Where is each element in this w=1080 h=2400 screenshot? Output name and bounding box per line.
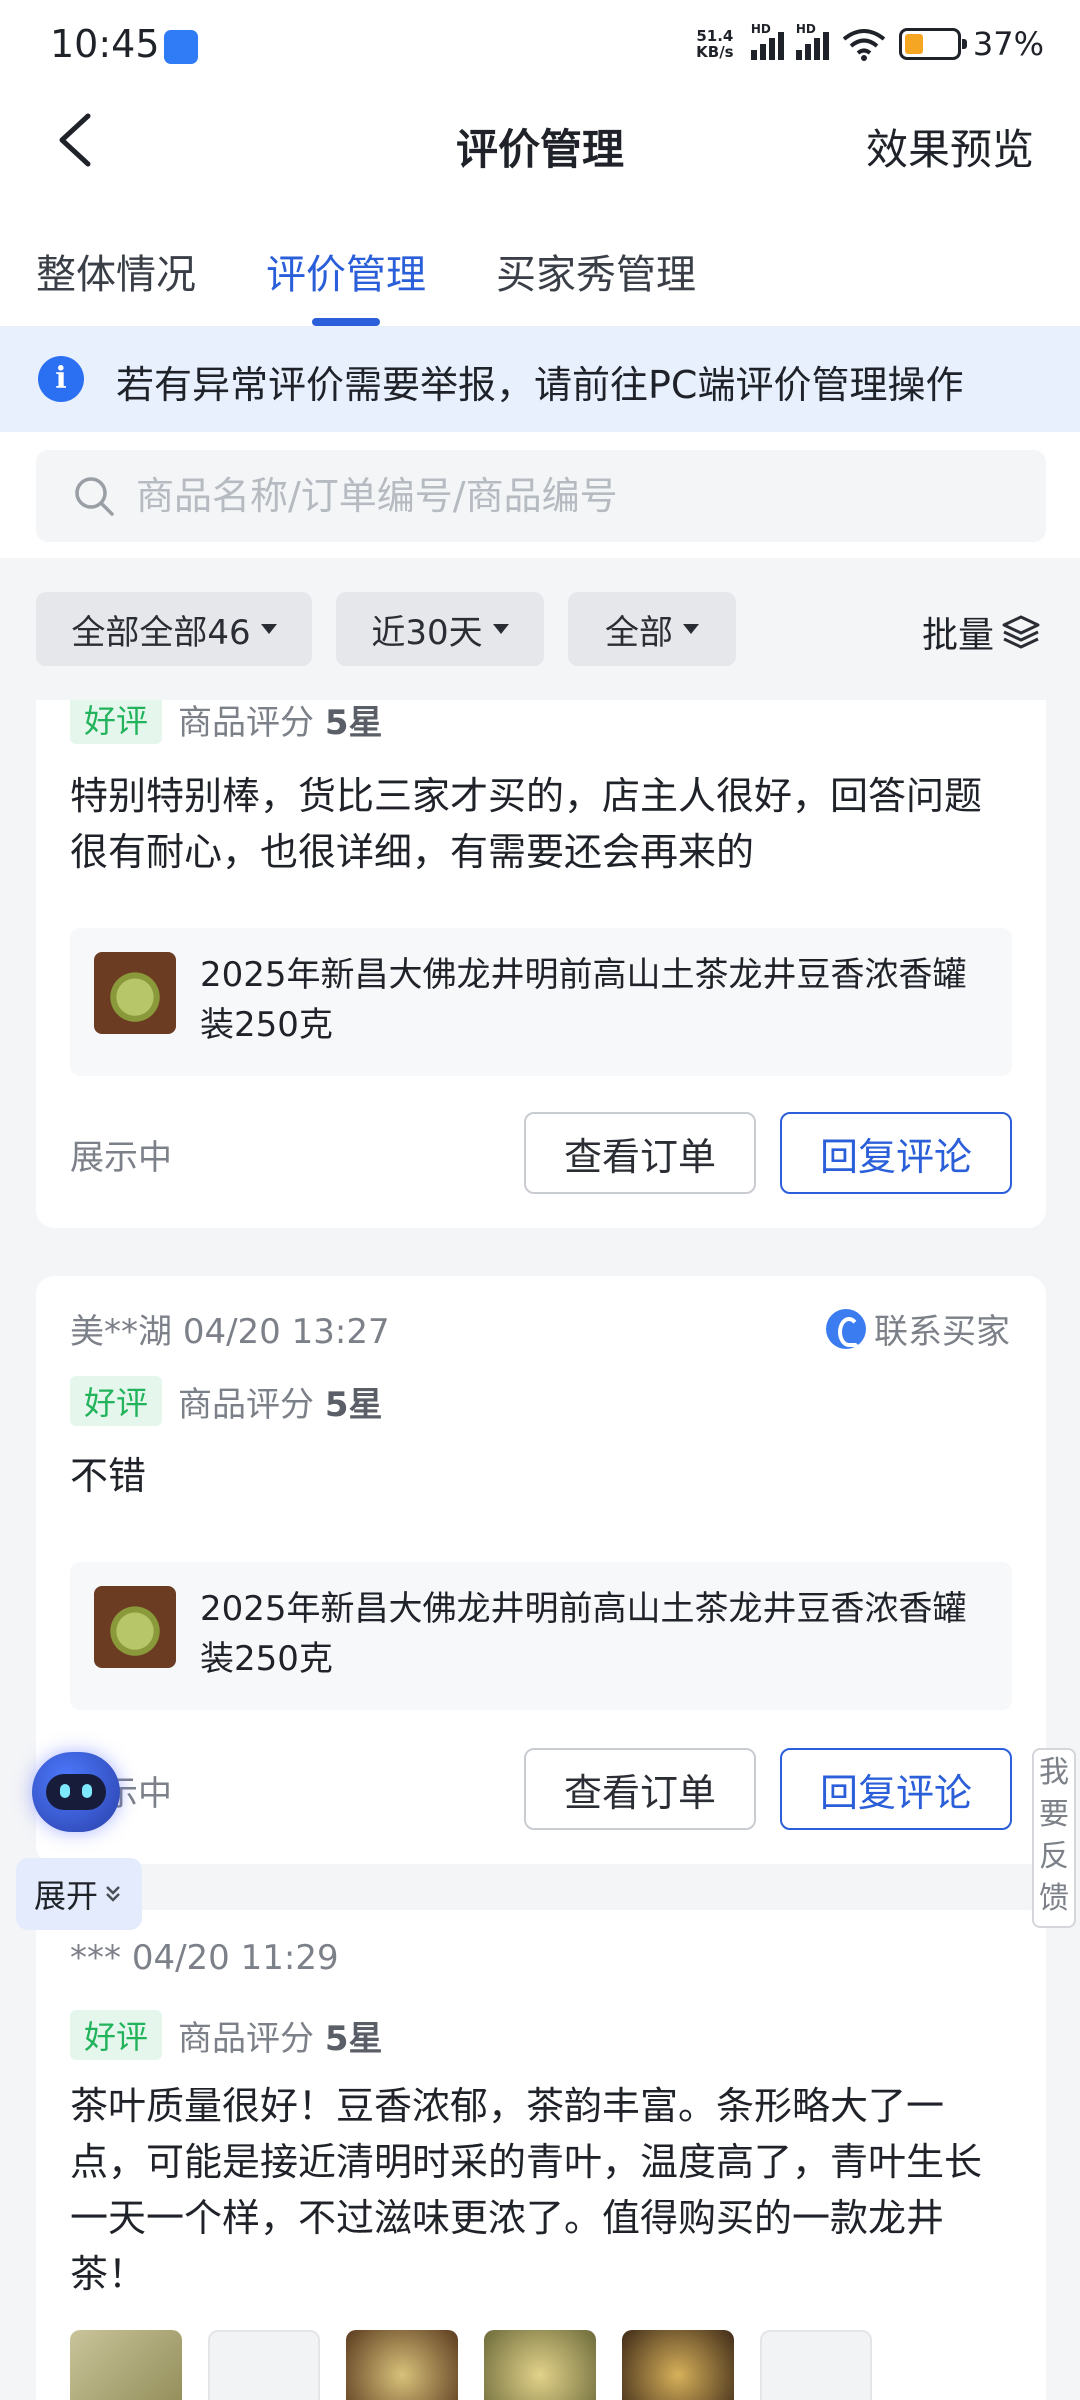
review-image[interactable] bbox=[760, 2330, 872, 2400]
filter-review-type[interactable]: 全部全部46 bbox=[36, 592, 312, 666]
score-label: 商品评分 bbox=[178, 702, 315, 743]
filter-date-range-label: 近30天 bbox=[371, 612, 483, 653]
rating-line: 好评 商品评分 5星 bbox=[70, 1376, 383, 1426]
review-list[interactable]: 好评 商品评分 5星 特别特别棒，货比三家才买的，店主人很好，回答问题很有耐心，… bbox=[0, 700, 1080, 2400]
review-text: 特别特别棒，货比三家才买的，店主人很好，回答问题很有耐心，也很详细，有需要还会再… bbox=[70, 774, 983, 874]
signal-icon: HD bbox=[750, 22, 784, 60]
product-box[interactable]: 2025年新昌大佛龙井明前高山土茶龙井豆香浓香罐装250克 bbox=[70, 928, 1012, 1076]
status-bar: 10:45 51.4 KB/s HD HD 37% bbox=[0, 0, 1080, 82]
notice-text: 若有异常评价需要举报，请前往PC端评价管理操作 bbox=[116, 363, 964, 407]
review-image[interactable] bbox=[622, 2330, 734, 2400]
feedback-tab[interactable]: 我要反馈 bbox=[1032, 1748, 1076, 1928]
view-order-button[interactable]: 查看订单 bbox=[524, 1748, 756, 1830]
network-speed: 51.4 KB/s bbox=[691, 28, 739, 60]
review-image[interactable] bbox=[346, 2330, 458, 2400]
signal-hd-label: HD bbox=[750, 22, 771, 36]
caret-down-icon bbox=[492, 624, 509, 634]
score-value: 5星 bbox=[324, 1384, 383, 1425]
tab-review-management[interactable]: 评价管理 bbox=[266, 242, 426, 300]
preview-button[interactable]: 效果预览 bbox=[866, 116, 1034, 177]
score-label: 商品评分 bbox=[178, 2018, 315, 2059]
search-section bbox=[0, 432, 1080, 558]
review-card: 美**湖 04/20 13:27 联系买家 好评 商品评分 5星 不错 2025… bbox=[36, 1276, 1046, 1864]
contact-buyer-label: 联系买家 bbox=[874, 1312, 1010, 1352]
filter-bar: 全部全部46 近30天 全部 批量 bbox=[0, 558, 1080, 680]
product-score: 商品评分 5星 bbox=[178, 2011, 382, 2060]
wifi-icon bbox=[842, 29, 886, 61]
info-icon: i bbox=[38, 356, 84, 402]
product-thumbnail bbox=[94, 952, 176, 1034]
product-score: 商品评分 5星 bbox=[178, 700, 382, 744]
tab-bar: 整体情况 评价管理 买家秀管理 bbox=[0, 206, 1080, 326]
good-review-badge: 好评 bbox=[70, 2010, 163, 2060]
search-input[interactable] bbox=[136, 450, 1016, 542]
review-user-line: *** 04/20 11:29 bbox=[70, 1938, 339, 1978]
search-icon bbox=[75, 477, 114, 516]
review-text: 不错 bbox=[70, 1454, 147, 1498]
score-value: 5星 bbox=[324, 702, 383, 743]
floating-assistant[interactable]: 展开 bbox=[8, 1752, 142, 1930]
app-notification-icon bbox=[164, 30, 198, 64]
caret-down-icon bbox=[260, 624, 277, 634]
review-image[interactable] bbox=[484, 2330, 596, 2400]
chat-icon bbox=[826, 1308, 866, 1349]
view-order-button[interactable]: 查看订单 bbox=[524, 1112, 756, 1194]
review-time: 04/20 13:27 bbox=[182, 1312, 390, 1352]
expand-label: 展开 bbox=[33, 1877, 98, 1915]
status-time: 10:45 bbox=[50, 22, 160, 66]
good-review-badge: 好评 bbox=[70, 1376, 163, 1426]
reply-review-button[interactable]: 回复评论 bbox=[780, 1112, 1012, 1194]
score-value: 5星 bbox=[324, 2018, 383, 2059]
battery-icon bbox=[898, 28, 967, 60]
review-user: 美**湖 bbox=[70, 1312, 172, 1352]
reply-review-button[interactable]: 回复评论 bbox=[780, 1748, 1012, 1830]
rating-line: 好评 商品评分 5星 bbox=[70, 700, 383, 744]
battery-percent: 37% bbox=[972, 25, 1044, 63]
display-status: 展示中 bbox=[70, 1138, 172, 1178]
review-user-line: 美**湖 04/20 13:27 bbox=[70, 1304, 390, 1353]
filter-all[interactable]: 全部 bbox=[568, 592, 736, 666]
tab-overview[interactable]: 整体情况 bbox=[36, 242, 196, 300]
search-box[interactable] bbox=[36, 450, 1046, 542]
product-name: 2025年新昌大佛龙井明前高山土茶龙井豆香浓香罐装250克 bbox=[200, 955, 967, 1045]
review-images bbox=[70, 2330, 872, 2400]
tab-buyer-show[interactable]: 买家秀管理 bbox=[496, 242, 696, 300]
status-indicators: 51.4 KB/s HD HD 37% bbox=[691, 22, 1044, 66]
nav-bar: 评价管理 效果预览 bbox=[0, 82, 1080, 206]
product-score: 商品评分 5星 bbox=[178, 1377, 382, 1426]
layers-icon bbox=[1002, 615, 1040, 649]
active-tab-indicator bbox=[312, 318, 380, 326]
signal-icon-2: HD bbox=[795, 22, 829, 60]
score-label: 商品评分 bbox=[178, 1384, 315, 1425]
review-card: *** 04/20 11:29 好评 商品评分 5星 茶叶质量很好！豆香浓郁，茶… bbox=[36, 1910, 1046, 2400]
review-image[interactable] bbox=[70, 2330, 182, 2400]
product-name: 2025年新昌大佛龙井明前高山土茶龙井豆香浓香罐装250克 bbox=[200, 1589, 967, 1679]
robot-icon bbox=[32, 1752, 120, 1832]
double-chevron-down-icon bbox=[106, 1886, 120, 1902]
batch-button[interactable]: 批量 bbox=[922, 606, 1042, 658]
review-card: 好评 商品评分 5星 特别特别棒，货比三家才买的，店主人很好，回答问题很有耐心，… bbox=[36, 700, 1046, 1228]
review-text: 茶叶质量很好！豆香浓郁，茶韵丰富。条形略大了一点，可能是接近清明时采的青叶，温度… bbox=[70, 2084, 983, 2296]
network-speed-value: 51.4 bbox=[696, 27, 734, 45]
contact-buyer-button[interactable]: 联系买家 bbox=[826, 1304, 1010, 1353]
review-image[interactable] bbox=[208, 2330, 320, 2400]
assistant-expand-button[interactable]: 展开 bbox=[16, 1858, 142, 1930]
good-review-badge: 好评 bbox=[70, 700, 163, 744]
rating-line: 好评 商品评分 5星 bbox=[70, 2010, 383, 2060]
batch-label: 批量 bbox=[921, 615, 994, 656]
notice-banner: i 若有异常评价需要举报，请前往PC端评价管理操作 bbox=[0, 326, 1080, 432]
filter-all-label: 全部 bbox=[605, 612, 673, 653]
network-speed-unit: KB/s bbox=[696, 43, 734, 61]
review-user: *** bbox=[70, 1938, 121, 1978]
signal-hd-label-2: HD bbox=[795, 22, 816, 36]
filter-date-range[interactable]: 近30天 bbox=[336, 592, 544, 666]
product-thumbnail bbox=[94, 1586, 176, 1668]
review-time: 04/20 11:29 bbox=[131, 1938, 339, 1978]
product-box[interactable]: 2025年新昌大佛龙井明前高山土茶龙井豆香浓香罐装250克 bbox=[70, 1562, 1012, 1710]
filter-review-type-label: 全部全部46 bbox=[71, 612, 251, 653]
caret-down-icon bbox=[683, 624, 699, 634]
